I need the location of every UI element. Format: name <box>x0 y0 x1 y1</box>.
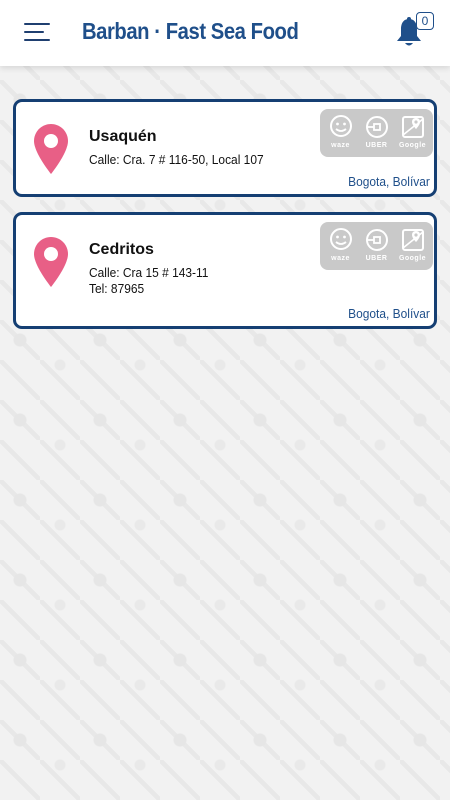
location-pin-icon <box>34 124 68 174</box>
location-phone: Tel: 87965 <box>89 281 145 296</box>
location-card-cedritos[interactable]: Cedritos Calle: Cra 15 # 143-11 Tel: 879… <box>13 212 437 329</box>
google-maps-button[interactable]: Google <box>394 109 431 157</box>
waze-button[interactable]: waze <box>322 109 359 157</box>
location-city: Bogota, Bolívar <box>348 306 430 321</box>
waze-icon <box>330 115 352 137</box>
location-card-usaquen[interactable]: Usaquén Calle: Cra. 7 # 116-50, Local 10… <box>13 99 437 197</box>
uber-icon <box>366 229 388 251</box>
navigation-apps: waze UBER Google <box>320 109 433 157</box>
waze-icon <box>330 228 352 250</box>
notification-count-badge: 0 <box>416 12 434 30</box>
uber-icon <box>366 116 388 138</box>
uber-button[interactable]: UBER <box>358 109 395 157</box>
app-header: Barban · Fast Sea Food 0 <box>0 0 450 66</box>
google-label: Google <box>398 142 427 149</box>
location-address: Calle: Cra. 7 # 116-50, Local 107 <box>89 152 264 167</box>
google-maps-icon <box>402 116 424 138</box>
waze-label: waze <box>331 142 350 149</box>
google-maps-button[interactable]: Google <box>394 222 431 270</box>
uber-label: UBER <box>365 142 388 149</box>
uber-label: UBER <box>365 255 388 262</box>
location-pin-icon <box>34 237 68 287</box>
uber-button[interactable]: UBER <box>358 222 395 270</box>
waze-label: waze <box>331 255 350 262</box>
hamburger-menu-icon[interactable] <box>24 20 52 44</box>
google-maps-icon <box>402 229 424 251</box>
location-name: Usaquén <box>89 128 157 145</box>
google-label: Google <box>398 255 427 262</box>
location-name: Cedritos <box>89 241 154 258</box>
waze-button[interactable]: waze <box>322 222 359 270</box>
app-title: Barban · Fast Sea Food <box>82 18 299 44</box>
location-city: Bogota, Bolívar <box>348 174 430 189</box>
notifications-button[interactable]: 0 <box>394 12 436 52</box>
location-address: Calle: Cra 15 # 143-11 <box>89 265 209 280</box>
navigation-apps: waze UBER Google <box>320 222 433 270</box>
